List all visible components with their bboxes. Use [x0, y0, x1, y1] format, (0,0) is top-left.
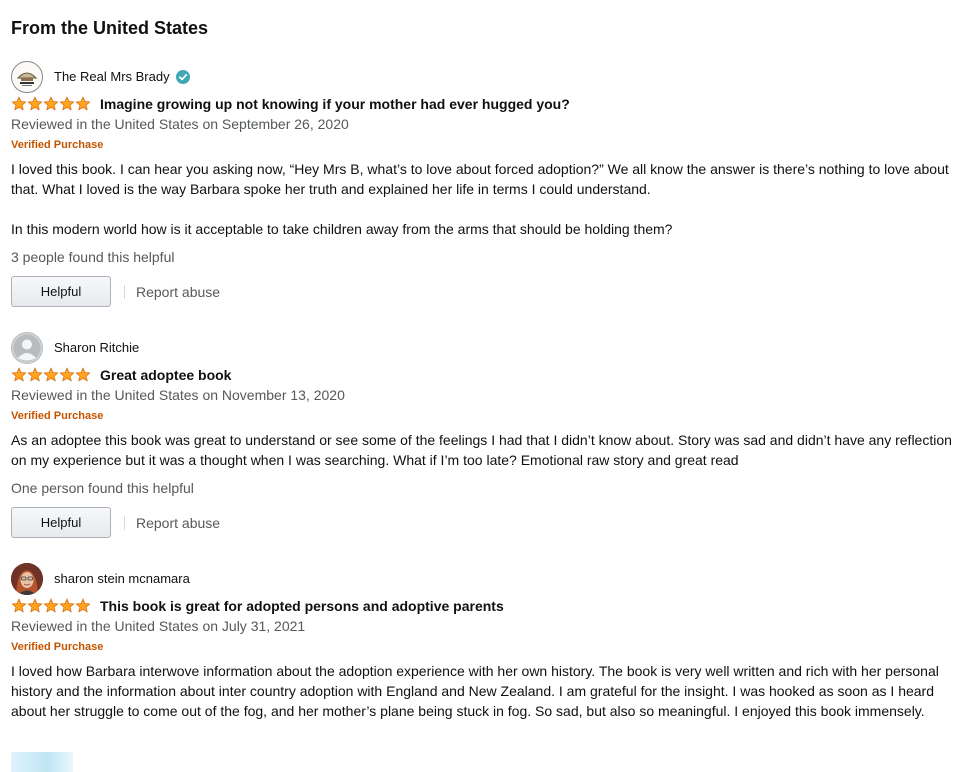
- verified-check-icon: [175, 70, 190, 84]
- star-icon: [27, 96, 43, 111]
- verified-purchase-badge: Verified Purchase: [11, 641, 104, 653]
- star-icon: [59, 96, 75, 111]
- star-icon: [11, 96, 27, 111]
- star-icon: [75, 367, 91, 382]
- helpful-count: One person found this helpful: [11, 480, 194, 496]
- star-icon: [27, 598, 43, 613]
- review-paragraph: I loved this book. I can hear you asking…: [11, 161, 949, 197]
- star-icon: [43, 598, 59, 613]
- default-user-icon: [12, 333, 42, 363]
- report-abuse-link[interactable]: Report abuse: [136, 513, 220, 533]
- star-icon: [11, 367, 27, 382]
- review-body: As an adoptee this book was great to und…: [11, 430, 961, 470]
- star-rating[interactable]: [11, 598, 91, 614]
- review-date: Reviewed in the United States on July 31…: [11, 618, 306, 634]
- star-icon: [75, 598, 91, 613]
- helpful-count: 3 people found this helpful: [11, 249, 175, 265]
- review-paragraph: I loved how Barbara interwove informatio…: [11, 663, 939, 719]
- star-icon: [43, 96, 59, 111]
- helpful-button[interactable]: Helpful: [11, 507, 111, 538]
- avatar[interactable]: [11, 563, 43, 595]
- reviewer-name[interactable]: Sharon Ritchie: [54, 339, 139, 357]
- review-date: Reviewed in the United States on Septemb…: [11, 116, 349, 132]
- review-paragraph: In this modern world how is it acceptabl…: [11, 221, 673, 237]
- star-rating[interactable]: [11, 367, 91, 383]
- review-card: Sharon Ritchie Great adoptee book Review…: [11, 332, 961, 538]
- review-card: sharon stein mcnamara This book is great…: [11, 563, 961, 721]
- verified-purchase-badge: Verified Purchase: [11, 410, 104, 422]
- reviewer-name[interactable]: sharon stein mcnamara: [54, 570, 190, 588]
- star-icon: [59, 598, 75, 613]
- action-divider: [124, 515, 125, 530]
- report-abuse-link[interactable]: Report abuse: [136, 282, 220, 302]
- verified-purchase-badge: Verified Purchase: [11, 139, 104, 151]
- action-divider: [124, 284, 125, 299]
- review-image-thumbnail[interactable]: [11, 752, 73, 772]
- review-body: I loved this book. I can hear you asking…: [11, 159, 961, 239]
- star-icon: [43, 367, 59, 382]
- user-photo-icon: [11, 563, 43, 595]
- star-rating[interactable]: [11, 96, 91, 112]
- section-heading: From the United States: [11, 18, 209, 38]
- avatar[interactable]: [11, 332, 43, 364]
- review-title[interactable]: This book is great for adopted persons a…: [100, 596, 504, 616]
- star-icon: [75, 96, 91, 111]
- reviewer-profile[interactable]: Sharon Ritchie: [11, 332, 961, 364]
- reviewer-name[interactable]: The Real Mrs Brady: [54, 68, 170, 86]
- star-icon: [11, 598, 27, 613]
- avatar[interactable]: [11, 61, 43, 93]
- review-paragraph: As an adoptee this book was great to und…: [11, 432, 952, 468]
- star-icon: [59, 367, 75, 382]
- book-logo-icon: [16, 72, 38, 86]
- review-body: I loved how Barbara interwove informatio…: [11, 661, 961, 721]
- reviewer-profile[interactable]: sharon stein mcnamara: [11, 563, 961, 595]
- helpful-button[interactable]: Helpful: [11, 276, 111, 307]
- review-title[interactable]: Great adoptee book: [100, 365, 231, 385]
- review-title[interactable]: Imagine growing up not knowing if your m…: [100, 94, 570, 114]
- review-date: Reviewed in the United States on Novembe…: [11, 387, 345, 403]
- star-icon: [27, 367, 43, 382]
- reviewer-profile[interactable]: The Real Mrs Brady: [11, 61, 961, 93]
- review-card: The Real Mrs Brady Imagine growing up no…: [11, 61, 961, 307]
